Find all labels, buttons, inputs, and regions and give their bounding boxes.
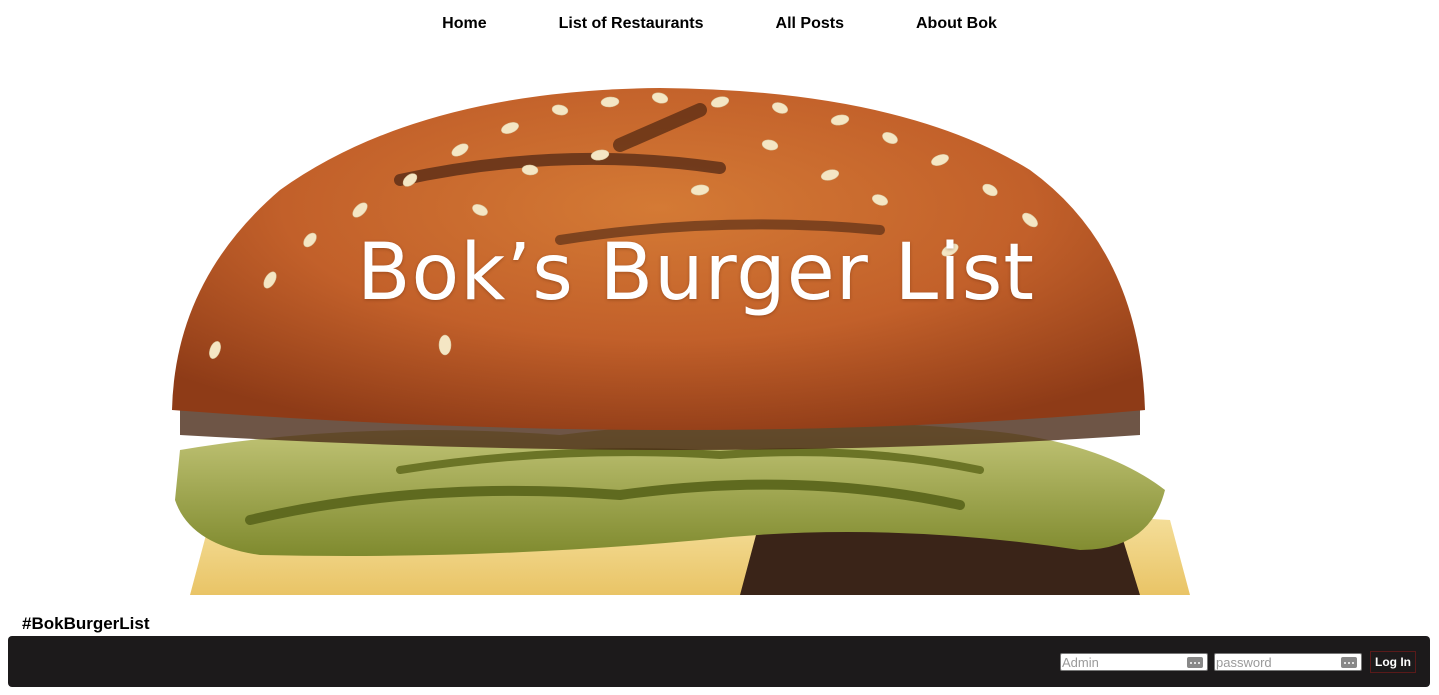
burger-image [172,88,1190,595]
username-input[interactable] [1061,654,1207,671]
nav-about-bok[interactable]: About Bok [880,15,1033,33]
nav-all-posts[interactable]: All Posts [740,15,880,33]
main-nav: Home List of Restaurants All Posts About… [0,0,1439,50]
hashtag-label: #BokBurgerList [22,614,150,633]
login-button[interactable]: Log In [1370,651,1416,673]
site-title: Bok’s Burger List [357,228,1035,318]
login-bar: Log In [8,636,1430,687]
hero-banner: Bok’s Burger List [0,50,1439,595]
login-form: Log In [1060,651,1416,673]
password-input[interactable] [1215,654,1361,671]
password-field-wrapper [1214,653,1362,671]
password-manager-icon[interactable] [1187,657,1203,668]
username-field-wrapper [1060,653,1208,671]
nav-list-of-restaurants[interactable]: List of Restaurants [523,15,740,33]
password-manager-icon[interactable] [1341,657,1357,668]
nav-home[interactable]: Home [406,15,522,33]
